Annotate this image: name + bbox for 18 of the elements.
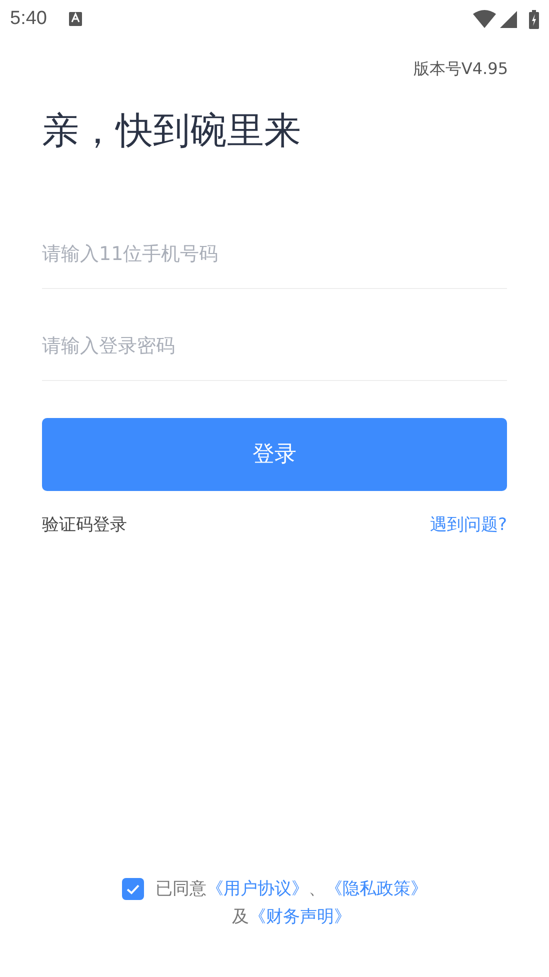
agreement-text: 已同意《用户协议》、《隐私政策》 及《财务声明》 xyxy=(156,878,428,929)
signal-icon xyxy=(500,10,517,28)
agreement-checkbox[interactable] xyxy=(122,878,144,900)
phone-field[interactable]: 请输入11位手机号码 xyxy=(42,220,507,288)
status-time: 5:40 xyxy=(10,6,47,31)
agreement-link[interactable]: 《财务声明》 xyxy=(249,907,351,927)
keyboard-icon xyxy=(68,12,82,26)
version-label: 版本号V4.95 xyxy=(413,58,508,80)
page-title: 亲，快到碗里来 xyxy=(42,109,301,152)
sms-login-link[interactable]: 验证码登录 xyxy=(42,512,127,538)
password-field[interactable]: 请输入登录密码 xyxy=(42,312,507,380)
battery-icon xyxy=(529,10,539,28)
check-icon xyxy=(126,884,140,894)
help-link[interactable]: 遇到问题? xyxy=(430,512,507,538)
wifi-icon xyxy=(473,10,496,28)
agreement-link[interactable]: 《用户协议》 xyxy=(206,879,308,899)
login-button[interactable]: 登录 xyxy=(42,418,507,490)
agreement-link[interactable]: 《隐私政策》 xyxy=(326,879,428,899)
